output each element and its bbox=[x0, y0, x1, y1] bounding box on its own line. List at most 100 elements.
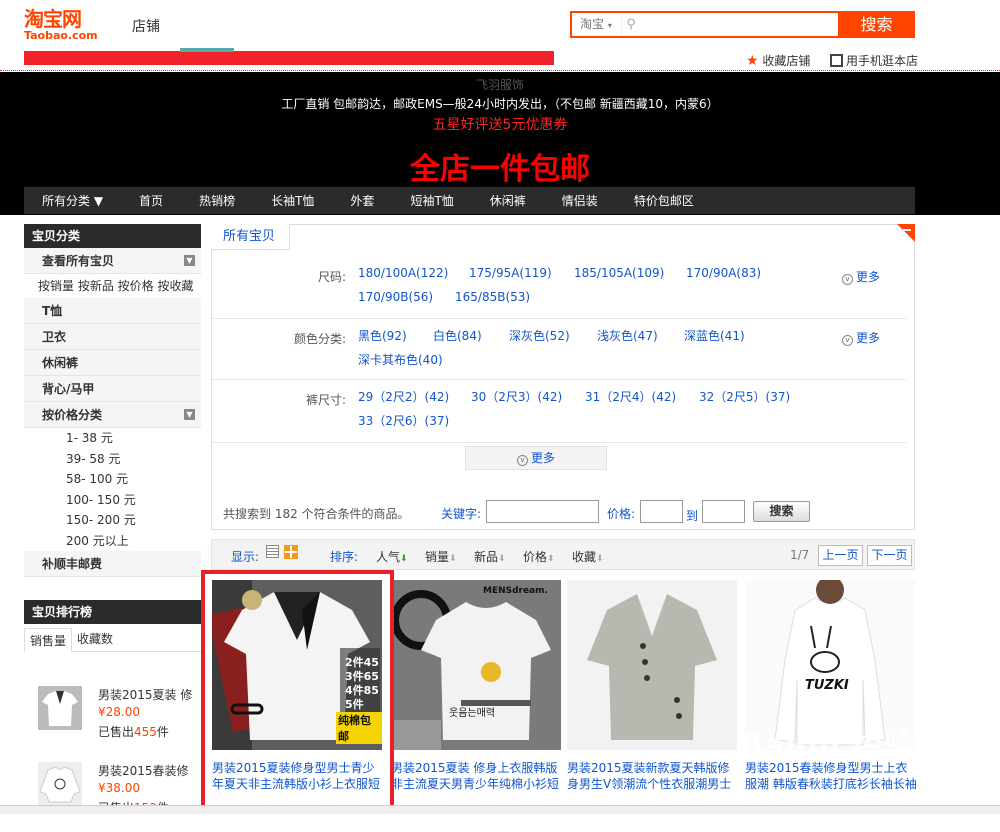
ranking-thumb[interactable] bbox=[38, 762, 82, 806]
pants-option[interactable]: 33（2尺6）(37) bbox=[358, 412, 449, 429]
keyword-input[interactable] bbox=[486, 500, 599, 523]
sort-favorites[interactable]: 收藏⬇ bbox=[572, 548, 604, 565]
sold-suffix: 件 bbox=[156, 725, 169, 739]
next-page-button[interactable]: 下一页 bbox=[867, 545, 912, 566]
sold-prefix: 已售出 bbox=[98, 725, 135, 739]
shirt-print: 웃음는매력 bbox=[449, 708, 495, 719]
product-title[interactable]: 男装2015夏装新款夏天韩版修身男生V领潮流个性衣服潮男士短 bbox=[567, 760, 739, 794]
sort-price[interactable]: 价格⬍ bbox=[523, 548, 555, 565]
nav-all-categories[interactable]: 所有分类 ▼ bbox=[42, 192, 103, 209]
pants-option[interactable]: 30（2尺3）(42) bbox=[471, 388, 562, 405]
size-option[interactable]: 165/85B(53) bbox=[455, 290, 530, 304]
banner-shop-name: 飞羽服饰 bbox=[475, 78, 524, 92]
price-range-item[interactable]: 150- 200 元 bbox=[24, 510, 201, 531]
horizontal-scrollbar[interactable] bbox=[0, 805, 1000, 814]
grid-view-icon[interactable] bbox=[284, 545, 298, 559]
mobile-store-link[interactable]: 用手机逛本店 bbox=[830, 52, 918, 69]
sidebar-price-header[interactable]: 按价格分类 ▼ bbox=[24, 402, 201, 428]
price-label: 价格: bbox=[607, 507, 636, 521]
product-image[interactable] bbox=[567, 580, 737, 750]
collapse-icon[interactable]: ▼ bbox=[184, 409, 195, 420]
price-range-item[interactable]: 1- 38 元 bbox=[24, 428, 201, 449]
sort-newest[interactable]: 新品⬇ bbox=[474, 548, 506, 565]
minus-icon[interactable] bbox=[903, 229, 911, 231]
ranking-item-title[interactable]: 男装2015夏装 修 bbox=[98, 686, 208, 703]
more-label: 更多 bbox=[856, 270, 881, 284]
ranking-item[interactable]: 男装2015夏装 修 ¥28.00 已售出455件 bbox=[38, 686, 208, 756]
size-option[interactable]: 180/100A(122) bbox=[358, 266, 448, 280]
nav-home[interactable]: 首页 bbox=[139, 192, 163, 209]
nav-jackets[interactable]: 外套 bbox=[350, 192, 374, 209]
keyword-label: 关键字: bbox=[441, 507, 482, 521]
sidebar-item-tshirt[interactable]: T恤 bbox=[24, 298, 201, 324]
filter-search-button[interactable]: 搜索 bbox=[753, 501, 810, 522]
sidebar-item-vest[interactable]: 背心/马甲 bbox=[24, 376, 201, 402]
more-label: 更多 bbox=[530, 451, 555, 465]
search-button[interactable]: 搜索 bbox=[838, 11, 915, 38]
nav-casual-pants[interactable]: 休闲裤 bbox=[490, 192, 526, 209]
tab-favorites[interactable]: 收藏数 bbox=[72, 627, 118, 651]
show-more-filters-button[interactable]: v 更多 bbox=[465, 446, 607, 470]
sidebar-sort-links[interactable]: 按销量 按新品 按价格 按收藏 bbox=[24, 274, 201, 298]
nav-special-offer[interactable]: 特价包邮区 bbox=[634, 192, 694, 209]
product-title[interactable]: 男装2015春装修身型男士上衣服潮 韩版春秋装打底衫长袖长袖T bbox=[745, 760, 917, 794]
shop-label: 店铺 bbox=[132, 19, 160, 35]
tab-all-items[interactable]: 所有宝贝 bbox=[211, 224, 291, 250]
price-range-item[interactable]: 100- 150 元 bbox=[24, 489, 201, 510]
sort-sales[interactable]: 销量⬇ bbox=[425, 548, 457, 565]
price-max-input[interactable] bbox=[702, 500, 745, 523]
arrow-down-icon: ⬇ bbox=[596, 554, 604, 564]
banner-shipping-info: 工厂直销 包邮韵达，邮政EMS—般24小时内发出，（不包邮 新疆西藏10，内蒙6… bbox=[281, 97, 719, 111]
sidebar-item-postage[interactable]: 补顺丰邮费 bbox=[24, 551, 201, 577]
sort-sales-label: 销量 bbox=[425, 550, 450, 564]
pants-option[interactable]: 32（2尺5）(37) bbox=[699, 388, 790, 405]
result-count: 共搜索到 182 个符合条件的商品。 bbox=[223, 507, 410, 521]
size-more-button[interactable]: v 更多 bbox=[842, 268, 880, 285]
product-image[interactable]: MENSdream. 웃음는매력 bbox=[391, 580, 561, 750]
price-range-item[interactable]: 200 元以上 bbox=[24, 530, 201, 551]
page-indicator: 1/7 bbox=[790, 548, 810, 562]
pants-option[interactable]: 31（2尺4）(42) bbox=[585, 388, 676, 405]
pants-option[interactable]: 29（2尺2）(42) bbox=[358, 388, 449, 405]
color-option[interactable]: 黑色(92) bbox=[358, 327, 407, 344]
tab-sales[interactable]: 销售量 bbox=[24, 628, 73, 652]
ranking-item[interactable]: 男装2015春装修 ¥38.00 已售出153件 bbox=[38, 762, 208, 832]
banner-coupon: 五星好评送5元优惠券 bbox=[432, 117, 568, 133]
nav-short-sleeve[interactable]: 短袖T恤 bbox=[410, 192, 453, 209]
ranking-item-title[interactable]: 男装2015春装修 bbox=[98, 762, 208, 779]
taobao-logo[interactable]: 淘宝网 Taobao.com bbox=[24, 8, 108, 44]
sort-label: 排序: bbox=[330, 550, 359, 564]
sidebar-item-casual-pants[interactable]: 休闲裤 bbox=[24, 350, 201, 376]
size-option[interactable]: 175/95A(119) bbox=[469, 266, 552, 280]
color-option[interactable]: 白色(84) bbox=[433, 327, 482, 344]
search-scope-select[interactable]: 淘宝 ▾ bbox=[572, 13, 622, 36]
prev-page-button[interactable]: 上一页 bbox=[818, 545, 863, 566]
price-min-input[interactable] bbox=[640, 500, 683, 523]
sort-popularity[interactable]: 人气⬇ bbox=[376, 548, 408, 565]
list-view-icon[interactable] bbox=[266, 545, 279, 558]
price-range-item[interactable]: 58- 100 元 bbox=[24, 469, 201, 490]
color-option[interactable]: 深蓝色(41) bbox=[684, 327, 745, 344]
nav-bestsellers[interactable]: 热销榜 bbox=[199, 192, 235, 209]
collapse-icon[interactable]: ▼ bbox=[184, 255, 195, 266]
nav-long-sleeve[interactable]: 长袖T恤 bbox=[271, 192, 314, 209]
color-option[interactable]: 深灰色(52) bbox=[509, 327, 570, 344]
size-option[interactable]: 185/105A(109) bbox=[574, 266, 664, 280]
nav-couples[interactable]: 情侣装 bbox=[562, 192, 598, 209]
fav-store-link[interactable]: ★ 收藏店铺 bbox=[746, 52, 810, 69]
sort-popularity-label: 人气 bbox=[376, 550, 401, 564]
color-option[interactable]: 深卡其布色(40) bbox=[358, 351, 443, 368]
search-icon: ⚲ bbox=[626, 17, 636, 32]
redaction-accent bbox=[180, 48, 234, 52]
color-more-button[interactable]: v 更多 bbox=[842, 329, 880, 346]
ranking-thumb[interactable] bbox=[38, 686, 82, 730]
sidebar-item-hoodie[interactable]: 卫衣 bbox=[24, 324, 201, 350]
ranking-tabs: 销售量 收藏数 bbox=[24, 624, 201, 652]
size-option[interactable]: 170/90B(56) bbox=[358, 290, 433, 304]
size-option[interactable]: 170/90A(83) bbox=[686, 266, 761, 280]
color-option[interactable]: 浅灰色(47) bbox=[597, 327, 658, 344]
sidebar-view-all[interactable]: 查看所有宝贝 ▼ bbox=[24, 248, 201, 274]
shop-nav: 所有分类 ▼ 首页 热销榜 长袖T恤 外套 短袖T恤 休闲裤 情侣装 特价包邮区 bbox=[24, 187, 915, 214]
price-range-item[interactable]: 39- 58 元 bbox=[24, 448, 201, 469]
product-title[interactable]: 男装2015夏装 修身上衣服韩版非主流夏天男青少年纯棉小衫短 bbox=[391, 760, 563, 794]
